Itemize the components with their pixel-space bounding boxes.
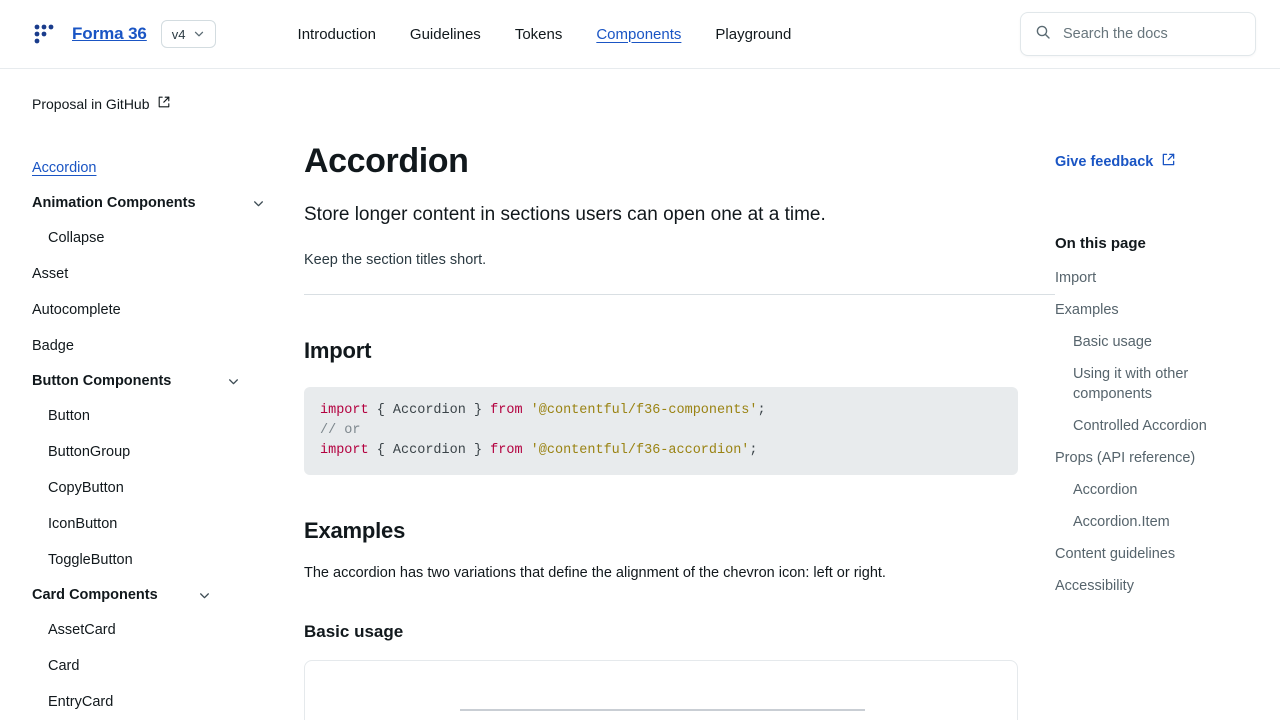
brand-name-link[interactable]: Forma 36 xyxy=(72,24,147,44)
toc-link-import[interactable]: Import xyxy=(1055,262,1260,294)
sidebar-item-accordion[interactable]: Accordion xyxy=(32,150,286,186)
sidebar-item-togglebutton[interactable]: ToggleButton xyxy=(32,542,286,578)
toc-list: Import Examples Basic usage Using it wit… xyxy=(1055,262,1260,602)
code-comment: // or xyxy=(320,423,361,438)
sidebar-group-button-components[interactable]: Button Components xyxy=(32,364,286,398)
chevron-down-icon xyxy=(227,375,240,388)
external-link-icon xyxy=(1161,152,1176,171)
section-heading-examples: Examples xyxy=(304,518,1018,544)
sidebar-group-label: Card Components xyxy=(32,587,158,603)
toc-link-accordion-item[interactable]: Accordion.Item xyxy=(1055,506,1260,538)
brand-group: Forma 36 v4 xyxy=(24,20,216,48)
code-punct: { xyxy=(369,403,393,418)
toc-link-accessibility[interactable]: Accessibility xyxy=(1055,570,1260,602)
toc-link-props-api-reference[interactable]: Props (API reference) xyxy=(1055,442,1260,474)
code-keyword-from: from xyxy=(490,443,522,458)
sidebar-group-card-components[interactable]: Card Components xyxy=(32,578,286,612)
import-code-block[interactable]: import { Accordion } from '@contentful/f… xyxy=(304,387,1018,475)
sidebar-group-label: Button Components xyxy=(32,373,171,389)
code-identifier: Accordion xyxy=(393,403,466,418)
code-keyword-from: from xyxy=(490,403,522,418)
sidebar-item-assetcard[interactable]: AssetCard xyxy=(32,612,286,648)
toc-link-content-guidelines[interactable]: Content guidelines xyxy=(1055,538,1260,570)
sidebar-item-button[interactable]: Button xyxy=(32,398,286,434)
external-link-icon xyxy=(157,95,171,112)
page-shell: Proposal in GitHub Accordion Animation C… xyxy=(0,69,1280,720)
code-semicolon: ; xyxy=(758,403,766,418)
sidebar-item-buttongroup[interactable]: ButtonGroup xyxy=(32,434,286,470)
main-content: Accordion Store longer content in sectio… xyxy=(304,69,1055,720)
sidebar-item-collapse[interactable]: Collapse xyxy=(32,220,286,256)
code-space xyxy=(523,403,531,418)
forma36-dots-logo-icon[interactable] xyxy=(32,21,58,47)
toc-link-controlled-accordion[interactable]: Controlled Accordion xyxy=(1055,410,1260,442)
toc-link-accordion[interactable]: Accordion xyxy=(1055,474,1260,506)
search-icon xyxy=(1035,24,1051,45)
code-semicolon: ; xyxy=(749,443,757,458)
search-input[interactable] xyxy=(1061,25,1241,43)
code-string: '@contentful/f36-accordion' xyxy=(531,443,750,458)
page-lead-text: Store longer content in sections users c… xyxy=(304,202,1018,228)
component-nav-list: Accordion Animation Components Collapse … xyxy=(32,150,286,720)
nav-link-guidelines[interactable]: Guidelines xyxy=(410,23,481,46)
code-punct: } xyxy=(466,443,490,458)
sidebar-item-asset[interactable]: Asset xyxy=(32,256,286,292)
nav-link-tokens[interactable]: Tokens xyxy=(515,23,563,46)
nav-link-playground[interactable]: Playground xyxy=(715,23,791,46)
toc-link-examples[interactable]: Examples xyxy=(1055,294,1260,326)
page-title: Accordion xyxy=(304,141,1018,181)
on-this-page-sidebar: Give feedback On this page Import Exampl… xyxy=(1055,69,1280,720)
top-navigation-bar: Forma 36 v4 Introduction Guidelines Toke… xyxy=(0,0,1280,69)
sidebar-item-card[interactable]: Card xyxy=(32,648,286,684)
component-preview-box[interactable] xyxy=(304,660,1018,720)
page-sublead-text: Keep the section titles short. xyxy=(304,250,1018,270)
chevron-down-icon xyxy=(198,589,211,602)
left-sidebar: Proposal in GitHub Accordion Animation C… xyxy=(0,69,304,720)
toc-link-basic-usage[interactable]: Basic usage xyxy=(1055,326,1260,358)
version-label: v4 xyxy=(172,27,186,42)
sidebar-group-animation-components[interactable]: Animation Components xyxy=(32,186,286,220)
subsection-heading-basic-usage: Basic usage xyxy=(304,622,1018,642)
nav-link-components[interactable]: Components xyxy=(596,23,681,46)
search-box[interactable] xyxy=(1020,12,1256,56)
sidebar-item-copybutton[interactable]: CopyButton xyxy=(32,470,286,506)
code-keyword-import: import xyxy=(320,443,369,458)
code-identifier: Accordion xyxy=(393,443,466,458)
code-punct: } xyxy=(466,403,490,418)
content-inner: Accordion Store longer content in sectio… xyxy=(304,69,1018,720)
proposal-link-label: Proposal in GitHub xyxy=(32,96,150,112)
code-string: '@contentful/f36-components' xyxy=(531,403,758,418)
version-selector[interactable]: v4 xyxy=(161,20,216,48)
sidebar-item-iconbutton[interactable]: IconButton xyxy=(32,506,286,542)
sidebar-group-label: Animation Components xyxy=(32,195,196,211)
sidebar-item-autocomplete[interactable]: Autocomplete xyxy=(32,292,286,328)
give-feedback-link[interactable]: Give feedback xyxy=(1055,152,1176,171)
code-space xyxy=(523,443,531,458)
chevron-down-icon xyxy=(193,28,205,40)
proposal-in-github-link[interactable]: Proposal in GitHub xyxy=(32,95,171,112)
toc-title: On this page xyxy=(1055,235,1260,252)
code-keyword-import: import xyxy=(320,403,369,418)
examples-description: The accordion has two variations that de… xyxy=(304,563,1018,584)
toc-link-using-it-with-other-components[interactable]: Using it with other components xyxy=(1055,358,1260,410)
chevron-down-icon xyxy=(252,197,265,210)
section-divider xyxy=(304,294,1055,295)
nav-link-introduction[interactable]: Introduction xyxy=(298,23,376,46)
accordion-preview-divider xyxy=(460,709,865,711)
main-navigation: Introduction Guidelines Tokens Component… xyxy=(298,23,792,46)
sidebar-item-badge[interactable]: Badge xyxy=(32,328,286,364)
code-punct: { xyxy=(369,443,393,458)
sidebar-item-entrycard[interactable]: EntryCard xyxy=(32,684,286,720)
give-feedback-label: Give feedback xyxy=(1055,154,1153,170)
section-heading-import: Import xyxy=(304,338,1018,364)
